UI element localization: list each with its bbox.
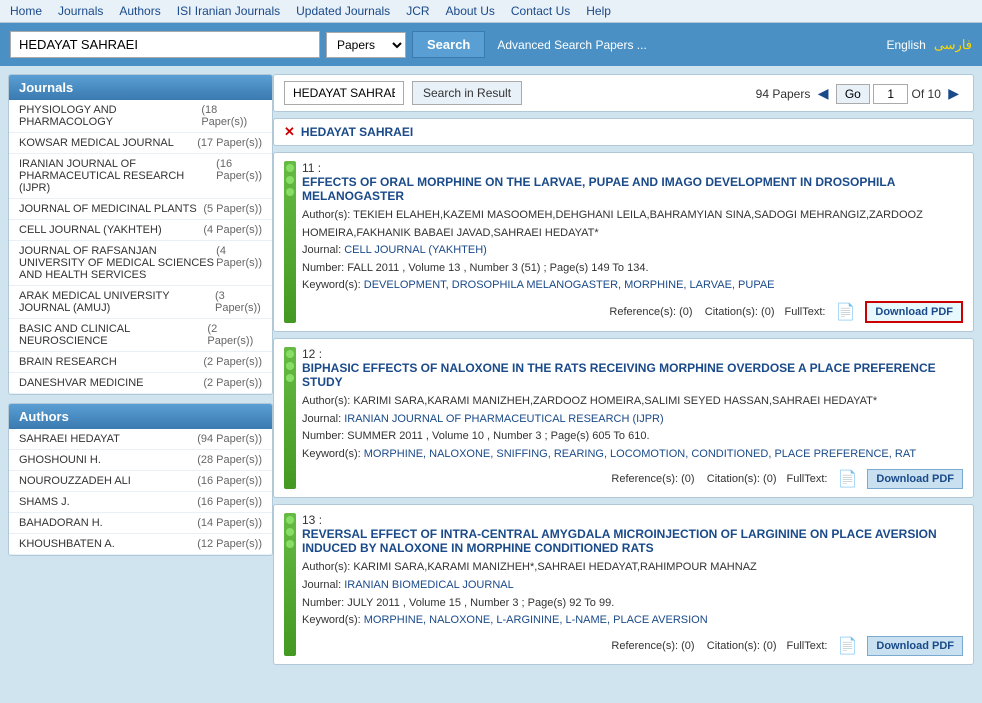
- paper-footer-0: Reference(s): (0) Citation(s): (0) FullT…: [302, 301, 963, 323]
- green-dot: [286, 176, 294, 184]
- top-navigation: Home Journals Authors ISI Iranian Journa…: [0, 0, 982, 23]
- search-input[interactable]: [10, 31, 320, 58]
- sidebar-item-author-5[interactable]: KHOUSHBATEN A. (12 Paper(s)): [9, 534, 272, 555]
- nav-updated[interactable]: Updated Journals: [296, 4, 390, 18]
- sidebar-item-journal-4[interactable]: CELL JOURNAL (YAKHTEH) (4 Paper(s)): [9, 220, 272, 241]
- search-in-result-button[interactable]: Search in Result: [412, 81, 522, 105]
- download-pdf-button-1[interactable]: Download PDF: [867, 469, 963, 489]
- paper-card-1: 12 : BIPHASIC EFFECTS OF NALOXONE IN THE…: [273, 338, 974, 498]
- green-bar-2: [284, 513, 296, 655]
- sidebar: Journals PHYSIOLOGY AND PHARMACOLOGY (18…: [8, 74, 273, 556]
- paper-content-2: 13 : REVERSAL EFFECT OF INTRA-CENTRAL AM…: [302, 513, 963, 655]
- journals-sidebar-section: Journals PHYSIOLOGY AND PHARMACOLOGY (18…: [8, 74, 273, 395]
- query-input[interactable]: [284, 81, 404, 105]
- sidebar-item-journal-5[interactable]: JOURNAL OF RAFSANJAN UNIVERSITY OF MEDIC…: [9, 241, 272, 286]
- sidebar-item-author-1[interactable]: GHOSHOUNI H. (28 Paper(s)): [9, 450, 272, 471]
- journal-link-1[interactable]: IRANIAN JOURNAL OF PHARMACEUTICAL RESEAR…: [344, 413, 663, 425]
- fulltext-label-1: FullText:: [787, 473, 828, 485]
- page-input[interactable]: [873, 84, 908, 104]
- sidebar-item-author-3[interactable]: SHAMS J. (16 Paper(s)): [9, 492, 272, 513]
- sidebar-item-author-4[interactable]: BAHADORAN H. (14 Paper(s)): [9, 513, 272, 534]
- nav-authors[interactable]: Authors: [119, 4, 160, 18]
- paper-meta-2: Author(s): KARIMI SARA,KARAMI MANIZHEH*,…: [302, 559, 963, 629]
- nav-about[interactable]: About Us: [446, 4, 495, 18]
- paper-footer-2: Reference(s): (0) Citation(s): (0) FullT…: [302, 636, 963, 656]
- prev-page-button[interactable]: ◀: [814, 83, 833, 104]
- main-layout: Journals PHYSIOLOGY AND PHARMACOLOGY (18…: [0, 66, 982, 679]
- sidebar-item-journal-0[interactable]: PHYSIOLOGY AND PHARMACOLOGY (18 Paper(s)…: [9, 100, 272, 133]
- ref-count-1: Reference(s): (0) Citation(s): (0): [611, 473, 776, 485]
- paper-card-0: 11 : EFFECTS OF ORAL MORPHINE ON THE LAR…: [273, 152, 974, 332]
- nav-jcr[interactable]: JCR: [406, 4, 429, 18]
- nav-home[interactable]: Home: [10, 4, 42, 18]
- nav-help[interactable]: Help: [586, 4, 611, 18]
- green-dot: [286, 362, 294, 370]
- paper-title-2[interactable]: REVERSAL EFFECT OF INTRA-CENTRAL AMYGDAL…: [302, 527, 963, 555]
- journal-link-0[interactable]: CELL JOURNAL (YAKHTEH): [344, 244, 487, 256]
- pdf-icon-0: 📄: [835, 302, 855, 322]
- green-dot: [286, 164, 294, 172]
- download-pdf-button-2[interactable]: Download PDF: [867, 636, 963, 656]
- sidebar-item-journal-3[interactable]: JOURNAL OF MEDICINAL PLANTS (5 Paper(s)): [9, 199, 272, 220]
- journals-header: Journals: [9, 75, 272, 100]
- active-search-tag: ✕ HEDAYAT SAHRAEI: [273, 118, 974, 146]
- search-bar: Papers Authors Journals Search Advanced …: [0, 23, 982, 66]
- next-page-button[interactable]: ▶: [944, 83, 963, 104]
- nav-isi-iranian[interactable]: ISI Iranian Journals: [177, 4, 280, 18]
- pdf-icon-2: 📄: [837, 636, 857, 656]
- paper-content-1: 12 : BIPHASIC EFFECTS OF NALOXONE IN THE…: [302, 347, 963, 489]
- authors-header: Authors: [9, 404, 272, 429]
- remove-tag-button[interactable]: ✕: [284, 124, 295, 140]
- fulltext-label-2: FullText:: [787, 640, 828, 652]
- paper-number-2: 13 : REVERSAL EFFECT OF INTRA-CENTRAL AM…: [302, 513, 963, 555]
- sidebar-item-author-0[interactable]: SAHRAEI HEDAYAT (94 Paper(s)): [9, 429, 272, 450]
- keywords-link-2[interactable]: MORPHINE, NALOXONE, L-ARGININE, L-NAME, …: [364, 614, 708, 626]
- green-dot: [286, 516, 294, 524]
- sidebar-item-journal-7[interactable]: BASIC AND CLINICAL NEUROSCIENCE (2 Paper…: [9, 319, 272, 352]
- paper-title-1[interactable]: BIPHASIC EFFECTS OF NALOXONE IN THE RATS…: [302, 361, 963, 389]
- download-pdf-button-0[interactable]: Download PDF: [865, 301, 963, 323]
- journal-link-2[interactable]: IRANIAN BIOMEDICAL JOURNAL: [344, 579, 514, 591]
- green-dot: [286, 528, 294, 536]
- keywords-link-0[interactable]: DEVELOPMENT, DROSOPHILA MELANOGASTER, MO…: [364, 279, 775, 291]
- green-dot: [286, 540, 294, 548]
- advanced-search-link[interactable]: Advanced Search Papers ...: [497, 38, 646, 52]
- fulltext-label-0: FullText:: [785, 306, 826, 318]
- sidebar-item-journal-2[interactable]: IRANIAN JOURNAL OF PHARMACEUTICAL RESEAR…: [9, 154, 272, 199]
- paper-meta-1: Author(s): KARIMI SARA,KARAMI MANIZHEH,Z…: [302, 393, 963, 463]
- pdf-icon-1: 📄: [837, 469, 857, 489]
- sidebar-item-journal-8[interactable]: BRAIN RESEARCH (2 Paper(s)): [9, 352, 272, 373]
- green-dot: [286, 188, 294, 196]
- sidebar-item-journal-1[interactable]: KOWSAR MEDICAL JOURNAL (17 Paper(s)): [9, 133, 272, 154]
- green-dot: [286, 374, 294, 382]
- content-area: Search in Result 94 Papers ◀ Go Of 10 ▶ …: [273, 74, 974, 671]
- ref-count-2: Reference(s): (0) Citation(s): (0): [611, 640, 776, 652]
- language-farsi[interactable]: فارسی: [934, 37, 972, 53]
- active-tag-text: HEDAYAT SAHRAEI: [301, 125, 413, 139]
- sidebar-item-author-2[interactable]: NOUROUZZADEH ALI (16 Paper(s)): [9, 471, 272, 492]
- paper-title-0[interactable]: EFFECTS OF ORAL MORPHINE ON THE LARVAE, …: [302, 175, 963, 203]
- search-button[interactable]: Search: [412, 31, 485, 58]
- authors-sidebar-section: Authors SAHRAEI HEDAYAT (94 Paper(s)) GH…: [8, 403, 273, 556]
- paper-number-0: 11 : EFFECTS OF ORAL MORPHINE ON THE LAR…: [302, 161, 963, 203]
- green-dot: [286, 350, 294, 358]
- sidebar-item-journal-6[interactable]: ARAK MEDICAL UNIVERSITY JOURNAL (AMUJ) (…: [9, 286, 272, 319]
- green-bar-0: [284, 161, 296, 323]
- paper-card-2: 13 : REVERSAL EFFECT OF INTRA-CENTRAL AM…: [273, 504, 974, 664]
- results-count: 94 Papers ◀ Go Of 10 ▶: [756, 83, 963, 104]
- nav-contact[interactable]: Contact Us: [511, 4, 570, 18]
- paper-footer-1: Reference(s): (0) Citation(s): (0) FullT…: [302, 469, 963, 489]
- paper-content-0: 11 : EFFECTS OF ORAL MORPHINE ON THE LAR…: [302, 161, 963, 323]
- results-toolbar: Search in Result 94 Papers ◀ Go Of 10 ▶: [273, 74, 974, 112]
- go-button[interactable]: Go: [836, 84, 870, 104]
- paper-number-1: 12 : BIPHASIC EFFECTS OF NALOXONE IN THE…: [302, 347, 963, 389]
- language-english[interactable]: English: [886, 38, 925, 52]
- search-type-select[interactable]: Papers Authors Journals: [326, 32, 406, 58]
- sidebar-item-journal-9[interactable]: DANESHVAR MEDICINE (2 Paper(s)): [9, 373, 272, 394]
- nav-journals[interactable]: Journals: [58, 4, 103, 18]
- keywords-link-1[interactable]: MORPHINE, NALOXONE, SNIFFING, REARING, L…: [364, 448, 916, 460]
- paper-meta-0: Author(s): TEKIEH ELAHEH,KAZEMI MASOOMEH…: [302, 207, 963, 295]
- ref-count-0: Reference(s): (0) Citation(s): (0): [609, 306, 774, 318]
- green-bar-1: [284, 347, 296, 489]
